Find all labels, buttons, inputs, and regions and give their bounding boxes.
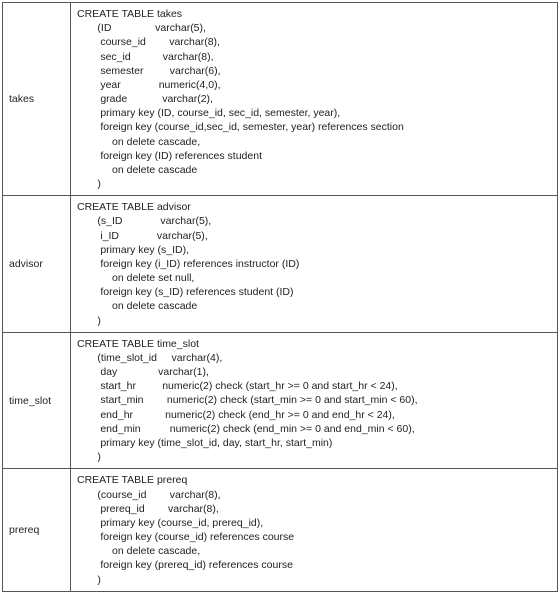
sql-ddl-table: takes CREATE TABLE takes (ID varchar(5),… [2, 2, 558, 592]
row-sql: CREATE TABLE time_slot (time_slot_id var… [71, 332, 558, 469]
row-label: time_slot [3, 332, 71, 469]
table-row: time_slot CREATE TABLE time_slot (time_s… [3, 332, 558, 469]
row-label: takes [3, 3, 71, 196]
row-label: prereq [3, 469, 71, 591]
row-sql: CREATE TABLE prereq (course_id varchar(8… [71, 469, 558, 591]
row-label: advisor [3, 196, 71, 333]
table-row: prereq CREATE TABLE prereq (course_id va… [3, 469, 558, 591]
table-row: takes CREATE TABLE takes (ID varchar(5),… [3, 3, 558, 196]
table-row: advisor CREATE TABLE advisor (s_ID varch… [3, 196, 558, 333]
row-sql: CREATE TABLE advisor (s_ID varchar(5), i… [71, 196, 558, 333]
row-sql: CREATE TABLE takes (ID varchar(5), cours… [71, 3, 558, 196]
